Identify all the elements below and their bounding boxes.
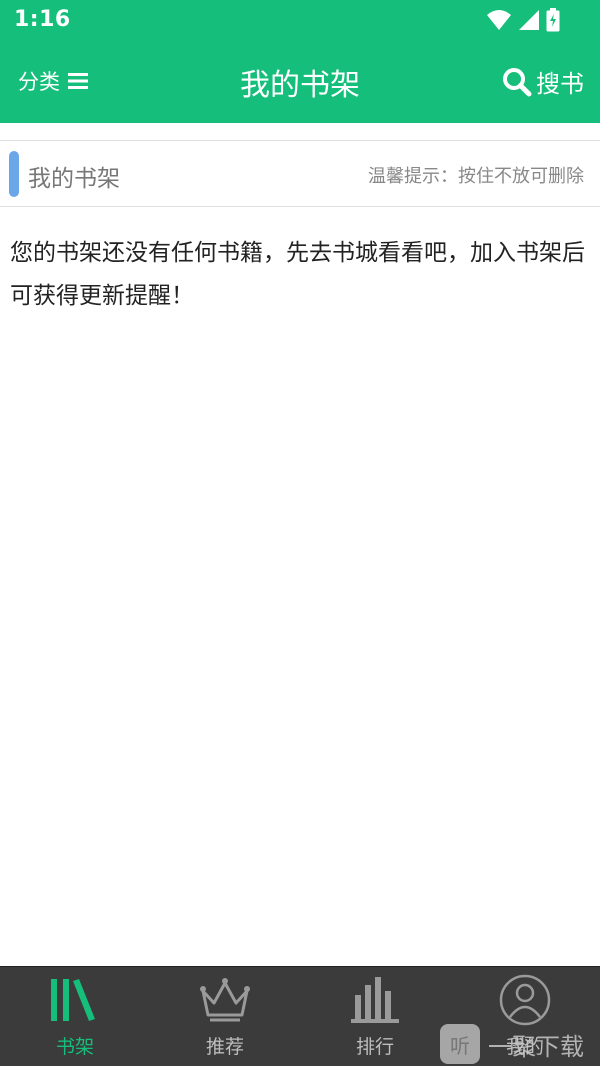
user-icon	[499, 974, 551, 1026]
empty-shelf-message: 您的书架还没有任何书籍，先去书城看看吧，加入书架后可获得更新提醒！	[10, 240, 585, 309]
watermark: 听 一聚下载	[440, 1022, 600, 1066]
search-books-button[interactable]: 搜书	[502, 64, 584, 99]
nav-item-ranking[interactable]: 排行	[300, 967, 450, 1066]
nav-label-recommend: 推荐	[205, 1036, 244, 1058]
bar-chart-icon	[351, 977, 399, 1023]
nav-label-ranking: 排行	[355, 1036, 394, 1058]
nav-item-bookshelf[interactable]: 书架	[0, 967, 150, 1066]
status-time: 1:16	[14, 7, 71, 32]
watermark-badge: 听	[440, 1024, 480, 1064]
wifi-icon	[487, 10, 511, 30]
section-accent-bar	[9, 151, 19, 197]
app-header: 分类 我的书架 搜书	[0, 42, 600, 123]
nav-item-recommend[interactable]: 推荐	[150, 967, 300, 1066]
bookshelf-icon	[51, 979, 95, 1021]
status-bar: 1:16	[0, 0, 600, 42]
signal-icon	[519, 10, 539, 30]
nav-label-bookshelf: 书架	[55, 1036, 94, 1058]
delete-tip: 温馨提示：按住不放可删除	[368, 166, 584, 187]
search-label: 搜书	[536, 70, 584, 98]
watermark-text: 一聚下载	[488, 1032, 584, 1061]
top-app-area: 1:16 分类 我的书架 搜书	[0, 0, 600, 123]
shelf-section-header: 我的书架 温馨提示：按住不放可删除	[0, 140, 600, 207]
crown-icon	[200, 978, 250, 1022]
search-icon	[503, 67, 532, 96]
battery-charging-icon	[546, 8, 560, 32]
shelf-title: 我的书架	[28, 166, 120, 192]
status-icons	[486, 8, 560, 32]
